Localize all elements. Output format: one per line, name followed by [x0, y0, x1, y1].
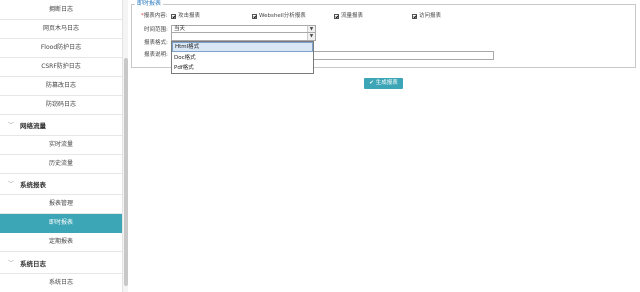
sidebar-item-report-management[interactable]: 报表管理 — [0, 195, 122, 214]
format-option-doc[interactable]: Doc格式 — [172, 53, 313, 63]
sidebar-group-system-log[interactable]: ﹀ 系统日志 — [0, 255, 122, 274]
checkbox-traffic-report-label: 流量报表 — [341, 13, 364, 19]
checkbox-webshell-report[interactable] — [252, 14, 257, 19]
sidebar-item-instant-report[interactable]: 即时报表 — [0, 214, 122, 233]
time-range-label: 时间范围: — [144, 27, 168, 33]
chevron-down-icon: ﹀ — [8, 260, 15, 267]
generate-report-button[interactable]: ✔ 生成报表 — [364, 78, 403, 89]
sidebar-group-network-traffic[interactable]: ﹀ 网络流量 — [0, 117, 122, 136]
sidebar-item-flood-log[interactable]: Flood防护日志 — [0, 39, 122, 58]
sidebar: 拥断日志 网页木马日志 Flood防护日志 CSRF防护日志 防篡改日志 防窃码… — [0, 0, 122, 292]
scrollbar-thumb[interactable] — [124, 58, 128, 286]
sidebar-scrollbar[interactable] — [122, 0, 128, 292]
sidebar-item-history-traffic[interactable]: 历史流量 — [0, 155, 122, 174]
report-content-label: *报表内容: — [141, 13, 168, 19]
chevron-down-icon: ▼ — [307, 33, 315, 40]
sidebar-item-webshell-log[interactable]: 网页木马日志 — [0, 20, 122, 39]
chevron-down-icon: ﹀ — [8, 122, 15, 129]
sidebar-item-tamper-log[interactable]: 防篡改日志 — [0, 77, 122, 96]
check-icon: ✔ — [369, 80, 374, 86]
report-desc-label: 报表说明: — [144, 52, 168, 58]
format-option-pdf[interactable]: Pdf格式 — [172, 63, 313, 73]
sidebar-group-system-reports[interactable]: ﹀ 系统报表 — [0, 176, 122, 195]
sidebar-item-block-log[interactable]: 拥断日志 — [0, 1, 122, 20]
sidebar-item-scheduled-report[interactable]: 定期报表 — [0, 233, 122, 252]
report-format-select[interactable]: ▼ — [171, 32, 316, 41]
sidebar-item-realtime-traffic[interactable]: 实时流量 — [0, 136, 122, 155]
sidebar-item-code-log[interactable]: 防窃码日志 — [0, 96, 122, 115]
chevron-down-icon: ﹀ — [8, 181, 15, 188]
sidebar-item-system-log[interactable]: 系统日志 — [0, 274, 122, 292]
checkbox-attack-report-label: 攻击报表 — [178, 13, 201, 19]
format-option-html[interactable]: Html格式 — [172, 42, 313, 52]
sidebar-item-csrf-log[interactable]: CSRF防护日志 — [0, 58, 122, 77]
checkbox-access-report[interactable] — [412, 14, 417, 19]
checkbox-access-report-label: 访问报表 — [419, 13, 442, 19]
format-dropdown-list: Html格式 Doc格式 Pdf格式 — [171, 41, 314, 74]
checkbox-webshell-report-label: Webshell分析报表 — [259, 13, 306, 19]
fieldset-legend: 即时报表 — [135, 0, 164, 8]
checkbox-attack-report[interactable] — [171, 14, 176, 19]
checkbox-traffic-report[interactable] — [334, 14, 339, 19]
report-format-label: 报表格式: — [144, 40, 168, 46]
